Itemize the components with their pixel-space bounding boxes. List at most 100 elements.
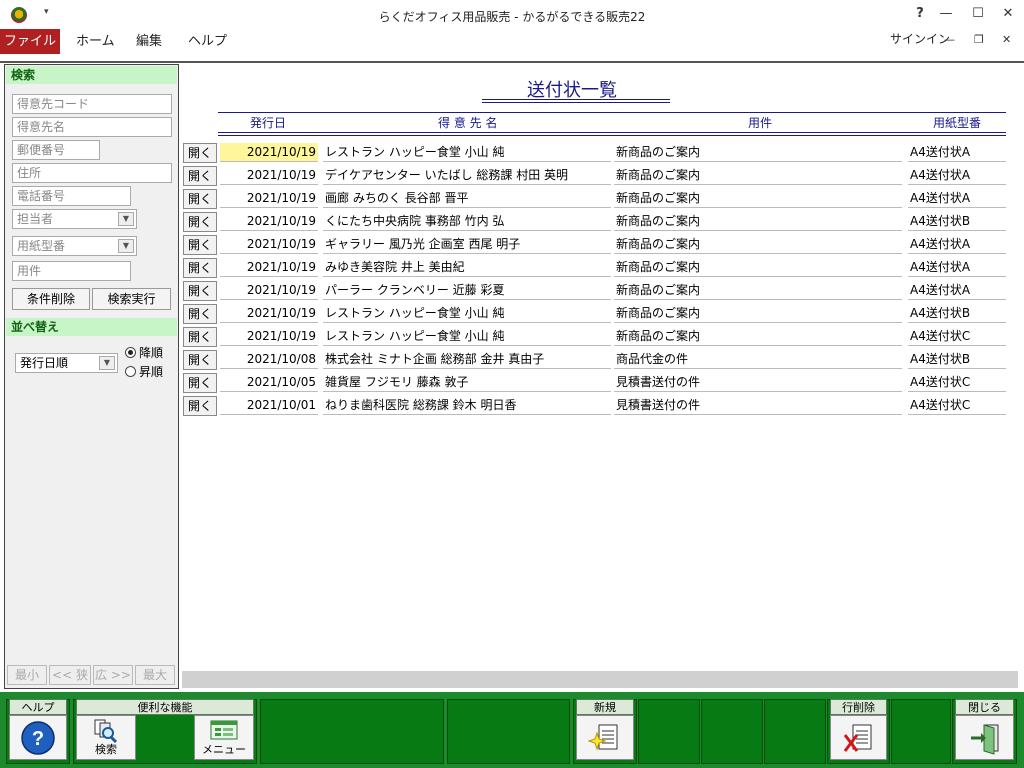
cell-paper-type[interactable]: A4送付状B: [908, 350, 1006, 369]
sort-field-select[interactable]: 発行日順 ▼: [15, 353, 118, 373]
cell-subject[interactable]: 新商品のご案内: [614, 189, 902, 208]
cell-paper-type[interactable]: A4送付状C: [908, 373, 1006, 392]
cell-paper-type[interactable]: A4送付状A: [908, 166, 1006, 185]
open-button[interactable]: 開く: [183, 304, 217, 324]
close-button[interactable]: [955, 715, 1014, 760]
cell-date[interactable]: 2021/10/19: [220, 327, 318, 346]
staff-select[interactable]: 担当者 ▼: [12, 209, 137, 229]
address-input[interactable]: 住所: [12, 163, 172, 183]
zoom-wide-button[interactable]: 広 >>: [93, 665, 133, 685]
cell-date[interactable]: 2021/10/19: [220, 258, 318, 277]
help-button[interactable]: ?: [9, 715, 67, 760]
cell-customer[interactable]: パーラー クランベリー 近藤 彩夏: [323, 281, 611, 300]
cell-date[interactable]: 2021/10/01: [220, 396, 318, 415]
customer-name-input[interactable]: 得意先名: [12, 117, 172, 137]
menu-home[interactable]: ホーム: [76, 29, 115, 54]
sub-minimize-icon[interactable]: —: [944, 33, 955, 46]
cell-date[interactable]: 2021/10/08: [220, 350, 318, 369]
cell-customer[interactable]: レストラン ハッピー食堂 小山 純: [323, 143, 611, 162]
cell-date[interactable]: 2021/10/19: [220, 212, 318, 231]
minimize-icon[interactable]: —: [936, 5, 956, 23]
menu-edit[interactable]: 編集: [136, 29, 162, 54]
cell-subject[interactable]: 新商品のご案内: [614, 212, 902, 231]
chevron-down-icon[interactable]: ▼: [99, 356, 115, 370]
delete-row-button[interactable]: [830, 715, 887, 760]
open-button[interactable]: 開く: [183, 327, 217, 347]
sort-desc-radio[interactable]: 降順: [125, 344, 163, 361]
cell-date[interactable]: 2021/10/19: [220, 281, 318, 300]
open-button[interactable]: 開く: [183, 143, 217, 163]
cell-date[interactable]: 2021/10/19: [220, 304, 318, 323]
new-button[interactable]: [576, 715, 634, 760]
menu-tool-button[interactable]: メニュー: [194, 715, 254, 760]
zoom-min-button[interactable]: 最小: [7, 665, 47, 685]
chevron-down-icon[interactable]: ▼: [118, 239, 134, 253]
chevron-down-icon[interactable]: ▼: [118, 212, 134, 226]
cell-paper-type[interactable]: A4送付状A: [908, 143, 1006, 162]
cell-paper-type[interactable]: A4送付状C: [908, 396, 1006, 415]
subject-input[interactable]: 用件: [12, 261, 131, 281]
customer-code-input[interactable]: 得意先コード: [12, 94, 172, 114]
cell-subject[interactable]: 新商品のご案内: [614, 166, 902, 185]
open-button[interactable]: 開く: [183, 235, 217, 255]
open-button[interactable]: 開く: [183, 212, 217, 232]
cell-paper-type[interactable]: A4送付状A: [908, 235, 1006, 254]
help-icon[interactable]: ?: [910, 5, 930, 23]
sort-asc-radio[interactable]: 昇順: [125, 363, 163, 380]
cell-subject[interactable]: 新商品のご案内: [614, 143, 902, 162]
cell-subject[interactable]: 新商品のご案内: [614, 258, 902, 277]
open-button[interactable]: 開く: [183, 189, 217, 209]
cell-customer[interactable]: 雑貨屋 フジモリ 藤森 敦子: [323, 373, 611, 392]
menu-help[interactable]: ヘルプ: [188, 29, 227, 54]
horizontal-scrollbar[interactable]: [182, 671, 1018, 688]
sort-field-value: 発行日順: [20, 356, 69, 370]
cell-paper-type[interactable]: A4送付状A: [908, 189, 1006, 208]
cell-subject[interactable]: 新商品のご案内: [614, 327, 902, 346]
open-button[interactable]: 開く: [183, 396, 217, 416]
cell-subject[interactable]: 見積書送付の件: [614, 396, 902, 415]
cell-date[interactable]: 2021/10/19: [220, 189, 318, 208]
cell-customer[interactable]: レストラン ハッピー食堂 小山 純: [323, 327, 611, 346]
cell-paper-type[interactable]: A4送付状B: [908, 212, 1006, 231]
cell-subject[interactable]: 見積書送付の件: [614, 373, 902, 392]
cell-customer[interactable]: 画廊 みちのく 長谷部 晋平: [323, 189, 611, 208]
cell-paper-type[interactable]: A4送付状A: [908, 281, 1006, 300]
cell-paper-type[interactable]: A4送付状A: [908, 258, 1006, 277]
zoom-max-button[interactable]: 最大: [135, 665, 175, 685]
cell-subject[interactable]: 新商品のご案内: [614, 235, 902, 254]
open-button[interactable]: 開く: [183, 281, 217, 301]
cell-subject[interactable]: 新商品のご案内: [614, 281, 902, 300]
cell-customer[interactable]: 株式会社 ミナト企画 総務部 金井 真由子: [323, 350, 611, 369]
open-button[interactable]: 開く: [183, 258, 217, 278]
zoom-narrow-button[interactable]: << 狭: [49, 665, 91, 685]
cell-customer[interactable]: みゆき美容院 井上 美由紀: [323, 258, 611, 277]
search-tool-button[interactable]: 検索: [76, 715, 136, 760]
close-icon[interactable]: ✕: [998, 5, 1018, 23]
open-button[interactable]: 開く: [183, 350, 217, 370]
cell-customer[interactable]: レストラン ハッピー食堂 小山 純: [323, 304, 611, 323]
sub-restore-icon[interactable]: ❐: [974, 33, 984, 46]
clear-conditions-button[interactable]: 条件削除: [12, 288, 90, 310]
cell-paper-type[interactable]: A4送付状C: [908, 327, 1006, 346]
cell-customer[interactable]: ギャラリー 風乃光 企画室 西尾 明子: [323, 235, 611, 254]
open-button[interactable]: 開く: [183, 373, 217, 393]
cell-customer[interactable]: くにたち中央病院 事務部 竹内 弘: [323, 212, 611, 231]
phone-input[interactable]: 電話番号: [12, 186, 131, 206]
cell-date[interactable]: 2021/10/05: [220, 373, 318, 392]
paper-type-select[interactable]: 用紙型番 ▼: [12, 236, 137, 256]
maximize-icon[interactable]: ☐: [968, 5, 988, 23]
cell-subject[interactable]: 新商品のご案内: [614, 304, 902, 323]
signin-link[interactable]: サインイン: [890, 29, 950, 49]
postal-code-input[interactable]: 郵便番号: [12, 140, 100, 160]
cell-date[interactable]: 2021/10/19: [220, 166, 318, 185]
menu-file[interactable]: ファイル: [0, 29, 60, 54]
cell-date[interactable]: 2021/10/19: [220, 235, 318, 254]
open-button[interactable]: 開く: [183, 166, 217, 186]
cell-date[interactable]: 2021/10/19: [220, 143, 318, 162]
cell-subject[interactable]: 商品代金の件: [614, 350, 902, 369]
cell-customer[interactable]: ねりま歯科医院 総務課 鈴木 明日香: [323, 396, 611, 415]
sub-close-icon[interactable]: ✕: [1002, 33, 1011, 46]
cell-paper-type[interactable]: A4送付状B: [908, 304, 1006, 323]
cell-customer[interactable]: デイケアセンター いたばし 総務課 村田 英明: [323, 166, 611, 185]
search-execute-button[interactable]: 検索実行: [92, 288, 171, 310]
